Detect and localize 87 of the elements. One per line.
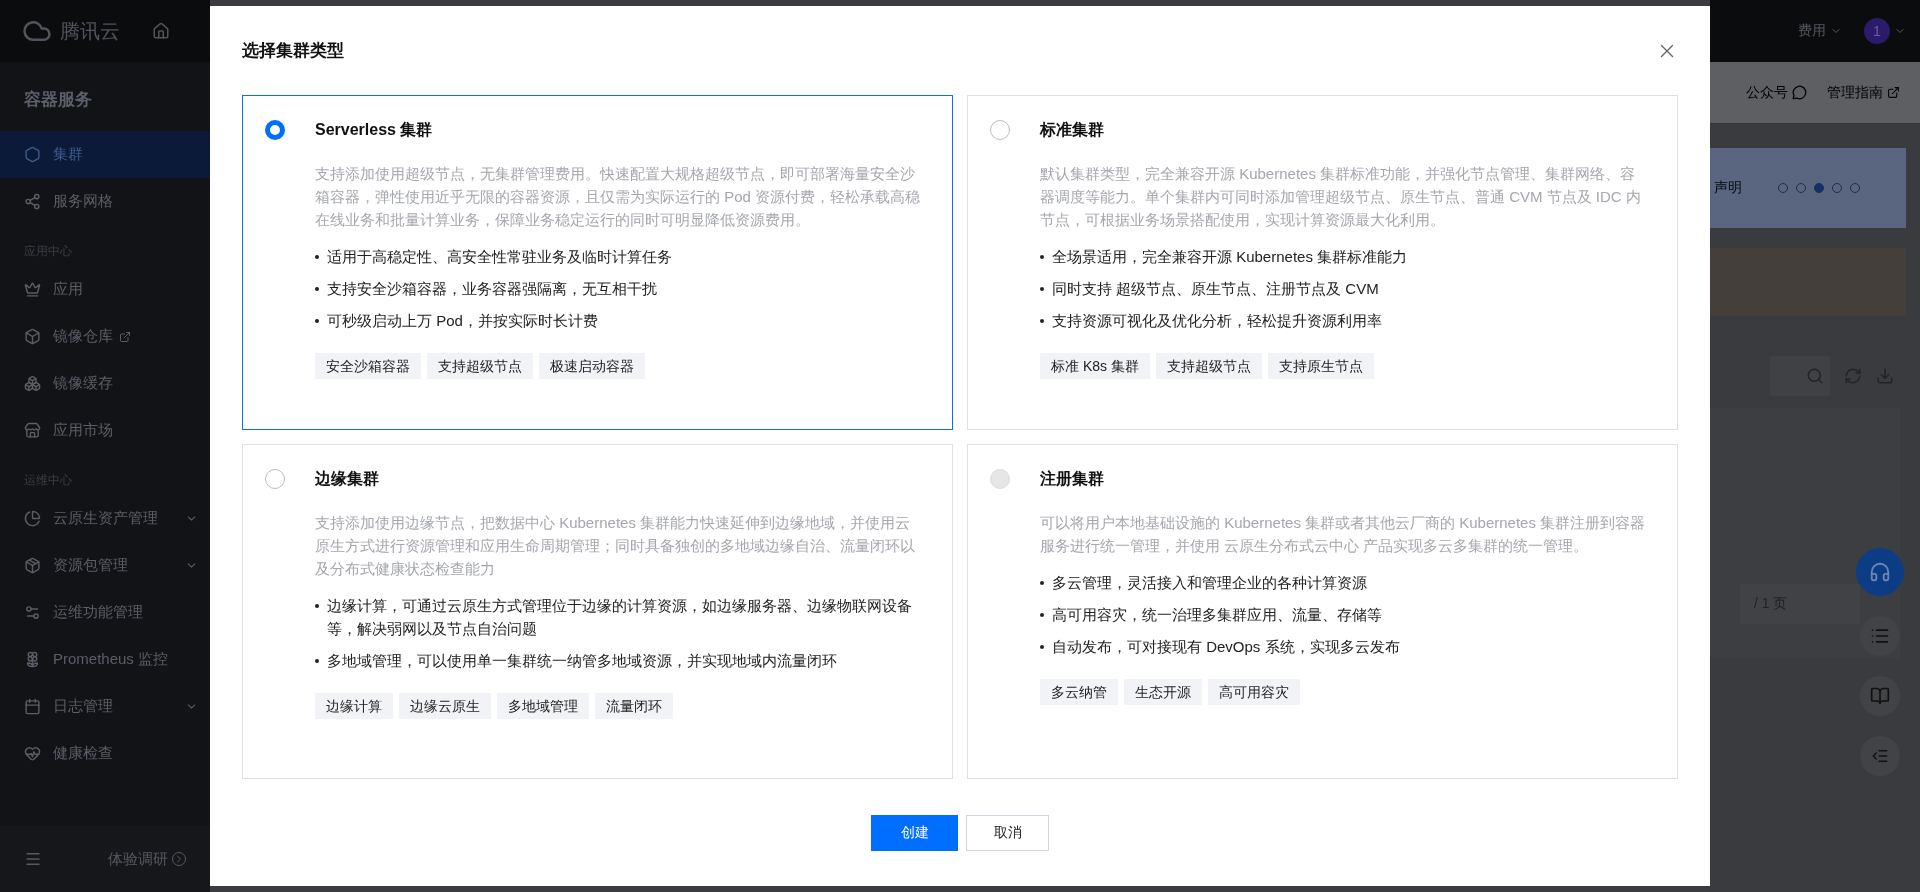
feature-tag: 安全沙箱容器 bbox=[315, 353, 421, 379]
home-icon[interactable] bbox=[152, 22, 170, 40]
bullet-icon bbox=[1040, 645, 1044, 649]
support-button[interactable] bbox=[1856, 548, 1904, 596]
top-menu-item[interactable]: 费用 bbox=[1798, 22, 1842, 40]
feature-text: 适用于高稳定性、高安全性常驻业务及临时计算任务 bbox=[327, 247, 672, 267]
header-link[interactable]: 公众号 bbox=[1746, 83, 1807, 102]
feature-tag: 边缘云原生 bbox=[399, 693, 491, 719]
card-title: Serverless 集群 bbox=[315, 120, 434, 140]
card-description: 可以将用户本地基础设施的 Kubernetes 集群或者其他云厂商的 Kubernetes 集群注册到容器服务进行统一管理，并使用 云原生分布式云中心 产品实现多云多集群的统一管理。 bbox=[1040, 513, 1647, 556]
search-field[interactable] bbox=[1770, 356, 1830, 396]
indent-icon bbox=[1871, 747, 1889, 765]
sidebar-title: 容器服务 bbox=[23, 89, 93, 111]
sidebar-item[interactable]: 应用 bbox=[0, 266, 210, 313]
bullet-icon bbox=[315, 319, 319, 323]
radio-button[interactable] bbox=[990, 120, 1010, 140]
feature-text: 可秒级启动上万 Pod，并按实际时长计费 bbox=[327, 311, 598, 331]
bullet-icon bbox=[315, 287, 319, 291]
headset-icon bbox=[1869, 561, 1891, 583]
bullet-icon bbox=[1040, 613, 1044, 617]
feature-text: 多地域管理，可以使用单一集群统一纳管多地域资源，并实现地域内流量闭环 bbox=[327, 651, 837, 671]
feature-tag: 流量闭环 bbox=[595, 693, 673, 719]
refresh-icon[interactable] bbox=[1844, 367, 1862, 385]
notice-text: 声明 bbox=[1714, 179, 1742, 197]
download-icon[interactable] bbox=[1876, 367, 1894, 385]
sidebar-item[interactable]: 镜像仓库 bbox=[0, 313, 210, 360]
sidebar-item[interactable]: 应用市场 bbox=[0, 407, 210, 454]
feature-text: 高可用容灾，统一治理多集群应用、流量、存储等 bbox=[1052, 605, 1382, 625]
feature-text: 自动发布，可对接现有 DevOps 系统，实现多云发布 bbox=[1052, 637, 1400, 657]
feature-text: 支持资源可视化及优化分析，轻松提升资源利用率 bbox=[1052, 311, 1382, 331]
bullet-icon bbox=[315, 604, 319, 608]
feature-text: 多云管理，灵活接入和管理企业的各种计算资源 bbox=[1052, 573, 1367, 593]
feature-tag: 极速启动容器 bbox=[539, 353, 645, 379]
header-link[interactable]: 管理指南 bbox=[1827, 83, 1900, 102]
bullet-icon bbox=[315, 255, 319, 259]
chat-bubble-icon bbox=[1792, 85, 1807, 100]
list-icon bbox=[1870, 626, 1890, 646]
sidebar-item[interactable]: 资源包管理 bbox=[0, 542, 210, 589]
bullet-icon bbox=[1040, 581, 1044, 585]
feature-tag: 标准 K8s 集群 bbox=[1040, 353, 1150, 379]
card-title: 注册集群 bbox=[1040, 469, 1105, 489]
sidebar-item[interactable]: 云原生资产管理 bbox=[0, 495, 210, 542]
search-icon bbox=[1806, 367, 1824, 385]
brand-name: 腾讯云 bbox=[60, 18, 120, 44]
feature-text: 边缘计算，可通过云原生方式管理位于边缘的计算资源，如边缘服务器、边缘物联网设备等，解决弱网以及节点自治问题 bbox=[327, 596, 913, 639]
bullet-icon bbox=[1040, 255, 1044, 259]
survey-link[interactable]: 体验调研 bbox=[108, 849, 186, 869]
card-title: 标准集群 bbox=[1040, 120, 1105, 140]
feature-tag: 支持原生节点 bbox=[1267, 353, 1374, 379]
sidebar-item[interactable]: 运维功能管理 bbox=[0, 589, 210, 636]
feature-tag: 生态开源 bbox=[1124, 679, 1202, 705]
feature-text: 同时支持 超级节点、原生节点、注册节点及 CVM bbox=[1052, 279, 1379, 299]
cluster-type-card[interactable] bbox=[242, 95, 953, 430]
sidebar-item[interactable]: 镜像缓存 bbox=[0, 360, 210, 407]
card-description: 支持添加使用边缘节点，把数据中心 Kubernetes 集群能力快速延伸到边缘地域，并使用云原生方式进行资源管理和应用生命周期管理；同时具备独创的多地域边缘自治、流量闭环以及分布式健康状态检查能力 bbox=[315, 513, 916, 579]
sidebar-item[interactable]: 健康检查 bbox=[0, 730, 210, 777]
feature-text: 支持安全沙箱容器，业务容器强隔离，无互相干扰 bbox=[327, 279, 657, 299]
radio-button[interactable] bbox=[265, 469, 285, 489]
collapse-button[interactable] bbox=[1860, 736, 1900, 776]
docs-button[interactable] bbox=[1860, 676, 1900, 716]
feature-tag: 多云纳管 bbox=[1040, 679, 1118, 705]
dialog-title: 选择集群类型 bbox=[242, 40, 344, 62]
card-description: 默认集群类型，完全兼容开源 Kubernetes 集群标准功能，并强化节点管理、集群网络、容器调度等能力。单个集群内可同时添加管理超级节点、原生节点、普通 CVM 节点及 IDC 内节点，可根据业务场景搭配使用，实现计算资源最大化利用。 bbox=[1040, 164, 1642, 230]
bullet-icon bbox=[315, 659, 319, 663]
external-link-icon bbox=[119, 330, 131, 343]
feature-tag: 支持超级节点 bbox=[427, 353, 533, 379]
bullet-icon bbox=[1040, 287, 1044, 291]
feature-tag: 高可用容灾 bbox=[1208, 679, 1300, 705]
sidebar-item[interactable]: 日志管理 bbox=[0, 683, 210, 730]
feature-tag: 多地域管理 bbox=[497, 693, 589, 719]
card-description: 支持添加使用超级节点，无集群管理费用。快速配置大规格超级节点，即可部署海量安全沙箱容器，弹性使用近乎无限的容器资源，且仅需为实际运行的 Pod 资源付费，轻松承载高稳在线业务和批量计算业务，保障业务稳定运行的同时可明显降低资源费用。 bbox=[315, 164, 922, 230]
carousel-dot[interactable] bbox=[1814, 183, 1824, 193]
create-button[interactable]: 创建 bbox=[871, 815, 958, 851]
feature-text: 全场景适用，完全兼容开源 Kubernetes 集群标准能力 bbox=[1052, 247, 1408, 267]
feature-tag: 支持超级节点 bbox=[1155, 353, 1262, 379]
sidebar-item[interactable]: 集群 bbox=[0, 131, 210, 178]
radio-button[interactable] bbox=[265, 120, 285, 140]
cancel-button[interactable]: 取消 bbox=[966, 815, 1049, 851]
sidebar-item[interactable]: 服务网格 bbox=[0, 178, 210, 225]
book-icon bbox=[1870, 686, 1890, 706]
card-title: 边缘集群 bbox=[315, 469, 380, 489]
sidebar-item[interactable]: Prometheus 监控 bbox=[0, 636, 210, 683]
feature-tag: 边缘计算 bbox=[315, 693, 393, 719]
external-link-icon bbox=[1887, 86, 1900, 99]
bullet-icon bbox=[1040, 319, 1044, 323]
list-button[interactable] bbox=[1860, 616, 1900, 656]
avatar[interactable]: 1 bbox=[1864, 18, 1890, 44]
